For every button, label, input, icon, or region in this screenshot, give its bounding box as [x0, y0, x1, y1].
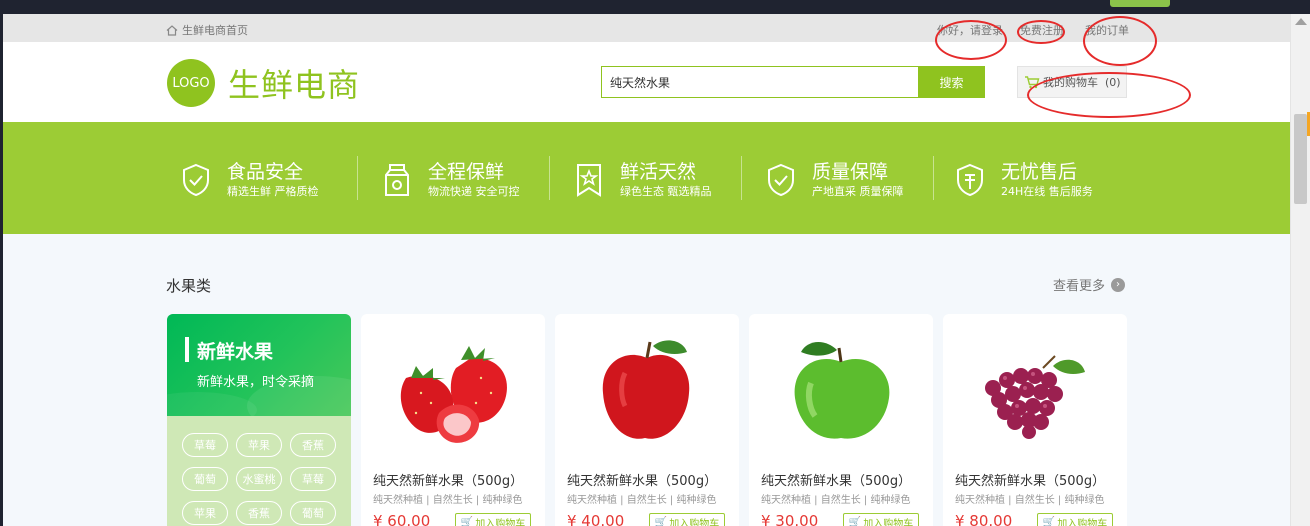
- shield-check-icon: [768, 163, 794, 197]
- feature-divider: [549, 156, 550, 200]
- product-name[interactable]: 纯天然新鲜水果（500g）: [955, 470, 1105, 489]
- milk-box-icon: [385, 164, 409, 196]
- category-tag[interactable]: 水蜜桃: [236, 467, 282, 491]
- scroll-up-arrow-icon[interactable]: [1295, 18, 1307, 25]
- shield-check-icon: [183, 163, 209, 197]
- feature-title: 无忧售后: [1001, 161, 1078, 183]
- chevron-right-icon: ›: [1111, 277, 1126, 292]
- home-icon: [166, 24, 178, 36]
- category-tag[interactable]: 葡萄: [290, 501, 336, 525]
- site-name: 生鲜电商: [228, 66, 361, 104]
- product-card[interactable]: 纯天然新鲜水果（500g） 纯天然种植 | 自然生长 | 纯种绿色 ¥ 60.0…: [361, 314, 545, 526]
- view-more-link[interactable]: 查看更多 ›: [1053, 275, 1126, 294]
- category-tag[interactable]: 草莓: [182, 433, 228, 457]
- product-name[interactable]: 纯天然新鲜水果（500g）: [567, 470, 717, 489]
- service-shield-icon: [957, 163, 983, 197]
- feature-item: 全程保鲜物流快递 安全可控: [382, 158, 520, 202]
- green-apple-image: [794, 341, 890, 439]
- product-card[interactable]: 纯天然新鲜水果（500g） 纯天然种植 | 自然生长 | 纯种绿色 ¥ 30.0…: [749, 314, 933, 526]
- feature-subtitle: 绿色生态 甄选精品: [620, 185, 712, 198]
- annotation-circle-orders: [1083, 16, 1157, 66]
- red-apple-image: [602, 340, 690, 439]
- page-viewport: 生鲜电商首页 你好，请登录 免费注册 我的订单 LOGO 生鲜电商 纯天然水果 …: [3, 14, 1290, 526]
- category-tag[interactable]: 苹果: [236, 433, 282, 457]
- home-link[interactable]: 生鲜电商首页: [166, 22, 248, 38]
- scrollbar-thumb[interactable]: [1294, 114, 1307, 204]
- category-tag[interactable]: 苹果: [182, 501, 228, 525]
- feature-divider: [357, 156, 358, 200]
- add-to-cart-button[interactable]: 🛒 加入购物车: [843, 513, 919, 526]
- product-price: ¥ 40.00: [567, 512, 625, 526]
- cart-icon: 🛒: [460, 516, 474, 526]
- home-link-label: 生鲜电商首页: [182, 24, 248, 37]
- feature-subtitle: 24H在线 售后服务: [1001, 185, 1093, 198]
- product-tags: 纯天然种植 | 自然生长 | 纯种绿色: [373, 495, 523, 506]
- category-header: 新鲜水果 新鲜水果，时令采摘: [167, 314, 351, 416]
- add-to-cart-label: 加入购物车: [475, 518, 526, 526]
- category-title: 新鲜水果: [197, 341, 274, 363]
- cart-icon: 🛒: [1042, 516, 1056, 526]
- product-price: ¥ 60.00: [373, 512, 431, 526]
- grapes-image: [985, 355, 1085, 439]
- product-card[interactable]: 纯天然新鲜水果（500g） 纯天然种植 | 自然生长 | 纯种绿色 ¥ 40.0…: [555, 314, 739, 526]
- search-button[interactable]: 搜索: [918, 66, 985, 98]
- feature-item: 鲜活天然绿色生态 甄选精品: [574, 158, 712, 202]
- product-price: ¥ 80.00: [955, 512, 1013, 526]
- feature-title: 质量保障: [812, 161, 889, 183]
- category-card[interactable]: 新鲜水果 新鲜水果，时令采摘 草莓 苹果 香蕉 葡萄 水蜜桃 草莓 苹果 香蕉 …: [167, 314, 351, 526]
- category-tag[interactable]: 香蕉: [236, 501, 282, 525]
- product-tags: 纯天然种植 | 自然生长 | 纯种绿色: [955, 495, 1105, 506]
- product-tags: 纯天然种植 | 自然生长 | 纯种绿色: [567, 495, 717, 506]
- strawberry-image: [400, 346, 507, 443]
- cart-icon: 🛒: [848, 516, 862, 526]
- feature-title: 食品安全: [227, 161, 304, 183]
- annotation-circle-register: [1017, 20, 1065, 44]
- cart-icon: 🛒: [654, 516, 668, 526]
- feature-subtitle: 物流快递 安全可控: [428, 185, 520, 198]
- feature-item: 质量保障产地直采 质量保障: [766, 158, 904, 202]
- add-to-cart-button[interactable]: 🛒 加入购物车: [1037, 513, 1113, 526]
- vertical-scrollbar[interactable]: [1290, 14, 1310, 526]
- section-title: 水果类: [166, 277, 212, 295]
- view-more-label: 查看更多: [1053, 279, 1106, 294]
- category-tag[interactable]: 草莓: [290, 467, 336, 491]
- product-tags: 纯天然种植 | 自然生长 | 纯种绿色: [761, 495, 911, 506]
- annotation-circle-login: [935, 20, 1007, 60]
- add-to-cart-label: 加入购物车: [669, 518, 720, 526]
- feature-item: 食品安全精选生鲜 严格质检: [181, 158, 319, 202]
- bookmark-star-icon: [577, 164, 601, 197]
- feature-banner: 食品安全精选生鲜 严格质检 全程保鲜物流快递 安全可控 鲜活天然绿色生态 甄选精…: [3, 122, 1290, 234]
- category-subtitle: 新鲜水果，时令采摘: [197, 375, 315, 390]
- feature-divider: [741, 156, 742, 200]
- logo[interactable]: LOGO: [167, 59, 215, 107]
- product-card[interactable]: 纯天然新鲜水果（500g） 纯天然种植 | 自然生长 | 纯种绿色 ¥ 80.0…: [943, 314, 1127, 526]
- add-to-cart-label: 加入购物车: [863, 518, 914, 526]
- add-to-cart-label: 加入购物车: [1057, 518, 1108, 526]
- feature-title: 鲜活天然: [620, 161, 697, 183]
- leaf-pattern: [167, 376, 351, 416]
- window-top-accent: [1110, 0, 1170, 7]
- annotation-circle-cart: [1027, 72, 1191, 118]
- add-to-cart-button[interactable]: 🛒 加入购物车: [649, 513, 725, 526]
- feature-title: 全程保鲜: [428, 161, 505, 183]
- product-price: ¥ 30.00: [761, 512, 819, 526]
- category-accent-bar: [185, 337, 189, 362]
- feature-item: 无忧售后 24H在线 售后服务: [955, 158, 1093, 202]
- feature-subtitle: 精选生鲜 严格质检: [227, 185, 319, 198]
- add-to-cart-button[interactable]: 🛒 加入购物车: [455, 513, 531, 526]
- search-input[interactable]: 纯天然水果: [601, 66, 919, 98]
- feature-subtitle: 产地直采 质量保障: [812, 185, 904, 198]
- category-tag[interactable]: 香蕉: [290, 433, 336, 457]
- feature-divider: [933, 156, 934, 200]
- product-name[interactable]: 纯天然新鲜水果（500g）: [761, 470, 911, 489]
- product-name[interactable]: 纯天然新鲜水果（500g）: [373, 470, 523, 489]
- category-tag[interactable]: 葡萄: [182, 467, 228, 491]
